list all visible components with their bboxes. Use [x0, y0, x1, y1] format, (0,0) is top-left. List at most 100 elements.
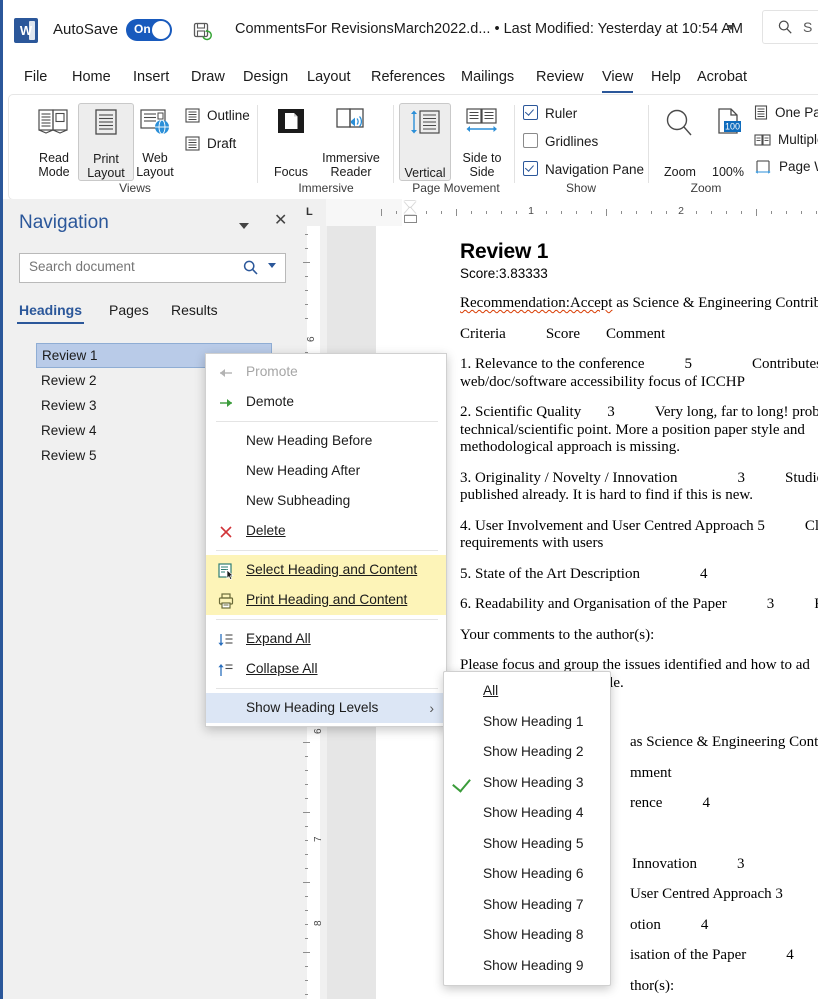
tab-stop-selector[interactable]: L — [306, 206, 313, 218]
submenu-item-all[interactable]: All — [444, 676, 610, 707]
tab-draw[interactable]: Draw — [191, 64, 225, 90]
zoom-button[interactable]: Zoom — [653, 103, 707, 179]
left-indent-marker[interactable] — [404, 215, 417, 223]
review2-relevance: rence — [630, 795, 662, 811]
context-menu-label-demote: Demote — [246, 394, 294, 409]
tab-design[interactable]: Design — [243, 64, 288, 90]
tab-view[interactable]: View — [602, 64, 633, 90]
side-to-side-button[interactable]: Side to Side — [453, 103, 511, 179]
context-menu-item-demote[interactable]: Demote — [206, 387, 446, 417]
submenu-item-show-heading-3[interactable]: Show Heading 3 — [444, 768, 610, 799]
autosave-toggle[interactable]: On — [126, 19, 172, 41]
criteria-row-5: 5. State of the Art Description4 — [460, 566, 818, 584]
search-icon — [777, 19, 793, 38]
indent-marker[interactable] — [404, 201, 417, 223]
navigation-pane-close-icon[interactable]: ✕ — [274, 213, 287, 229]
search-input[interactable] — [27, 258, 241, 275]
tab-headings[interactable]: Headings — [19, 302, 82, 318]
navigation-pane-chevron-down-icon[interactable] — [239, 223, 249, 229]
context-menu-item-new-heading-after[interactable]: New Heading After — [206, 456, 446, 486]
multiple-pages-button[interactable]: Multiple — [754, 132, 818, 150]
one-page-label: One Pag — [775, 105, 818, 120]
context-menu-item-print-heading-and-content[interactable]: Print Heading and Content — [206, 585, 446, 615]
submenu-item-show-heading-9[interactable]: Show Heading 9 — [444, 951, 610, 982]
draft-view-button[interactable]: Draft — [185, 136, 236, 154]
context-menu-item-promote[interactable]: Promote — [206, 357, 446, 387]
criteria-1-name: 1. Relevance to the conference — [460, 356, 644, 372]
page-width-icon — [754, 159, 772, 177]
submenu-item-show-heading-7[interactable]: Show Heading 7 — [444, 890, 610, 921]
vertical-page-movement-button[interactable]: Vertical — [399, 103, 451, 181]
save-icon[interactable] — [191, 20, 213, 42]
outline-view-button[interactable]: Outline — [185, 108, 250, 126]
side-to-side-label: Side to Side — [453, 151, 511, 179]
navigation-pane-checkbox-box — [523, 161, 538, 176]
context-menu-item-delete[interactable]: Delete — [206, 516, 446, 546]
tab-layout[interactable]: Layout — [307, 64, 351, 90]
tab-review[interactable]: Review — [536, 64, 584, 90]
search-options-chevron-down-icon[interactable] — [268, 263, 276, 268]
web-layout-button[interactable]: Web Layout — [128, 103, 182, 179]
arrow-left-icon — [217, 363, 235, 381]
review2-relevance-score: 4 — [702, 795, 710, 811]
context-menu-item-new-subheading[interactable]: New Subheading — [206, 486, 446, 516]
criteria-2-comment-cont: technical/scientific point. More a posit… — [460, 422, 805, 456]
tab-file[interactable]: File — [24, 64, 47, 90]
one-page-icon — [754, 105, 768, 123]
criteria-3-comment: Studies d — [785, 470, 818, 486]
document-title-chevron-down-icon[interactable] — [727, 25, 735, 30]
context-menu-label-new-subheading: New Subheading — [246, 493, 350, 508]
submenu-item-show-heading-4[interactable]: Show Heading 4 — [444, 798, 610, 829]
navigation-pane-checkbox[interactable]: Navigation Pane — [523, 161, 644, 177]
document-table-header: CriteriaScoreComment — [460, 326, 818, 344]
tab-pages[interactable]: Pages — [109, 302, 149, 318]
check-icon — [452, 773, 471, 792]
tab-mailings[interactable]: Mailings — [461, 64, 514, 90]
document-title[interactable]: CommentsFor RevisionsMarch2022.d... • La… — [235, 21, 743, 37]
gridlines-checkbox[interactable]: Gridlines — [523, 133, 598, 149]
submenu-item-show-heading-8[interactable]: Show Heading 8 — [444, 920, 610, 951]
one-page-button[interactable]: One Pag — [754, 105, 818, 123]
ribbon-group-show: Ruler Gridlines Navigation Pane Show — [517, 95, 645, 197]
context-menu-separator — [216, 619, 438, 620]
select-content-icon — [217, 561, 235, 579]
search-icon[interactable] — [242, 259, 259, 279]
submenu-item-show-heading-2[interactable]: Show Heading 2 — [444, 737, 610, 768]
submenu-item-show-heading-5[interactable]: Show Heading 5 — [444, 829, 610, 860]
context-menu-item-select-heading-and-content[interactable]: Select Heading and Content — [206, 555, 446, 585]
navigation-search-box[interactable] — [19, 253, 286, 283]
tab-references[interactable]: References — [371, 64, 445, 90]
hanging-indent-marker[interactable] — [404, 207, 416, 214]
ruler-checkbox[interactable]: Ruler — [523, 105, 577, 121]
web-layout-label: Web Layout — [128, 151, 182, 179]
submenu-label-show-heading-5: Show Heading 5 — [483, 836, 583, 851]
submenu-item-show-heading-6[interactable]: Show Heading 6 — [444, 859, 610, 890]
page-width-button[interactable]: Page Wi — [754, 159, 818, 177]
focus-button[interactable]: Focus — [264, 103, 318, 179]
tab-acrobat[interactable]: Acrobat — [697, 64, 747, 90]
horizontal-ruler[interactable]: L 1 2 — [300, 199, 818, 227]
context-menu-item-show-heading-levels[interactable]: Show Heading Levels › — [206, 693, 446, 723]
search-box[interactable]: S — [762, 10, 818, 44]
review2-user-score: 3 — [775, 886, 783, 902]
criteria-3-name: 3. Originality / Novelty / Innovation — [460, 470, 677, 486]
read-mode-button[interactable]: Read Mode — [27, 103, 81, 179]
context-menu-item-new-heading-before[interactable]: New Heading Before — [206, 426, 446, 456]
tab-home[interactable]: Home — [72, 64, 111, 90]
zoom-100-button[interactable]: 100 100% — [701, 103, 755, 179]
zoom-magnifier-icon — [663, 107, 697, 142]
zoom-label: Zoom — [653, 165, 707, 179]
immersive-group-label: Immersive — [261, 181, 391, 195]
tab-help[interactable]: Help — [651, 64, 681, 90]
tab-results[interactable]: Results — [171, 302, 218, 318]
immersive-reader-button[interactable]: Immersive Reader — [316, 103, 386, 179]
zoom-level-label: 100% — [701, 165, 755, 179]
navigation-pane-title: Navigation — [19, 212, 109, 234]
context-menu-item-expand-all[interactable]: Expand All — [206, 624, 446, 654]
col-comment: Comment — [606, 326, 665, 342]
tab-insert[interactable]: Insert — [133, 64, 169, 90]
print-layout-button[interactable]: Print Layout — [78, 103, 134, 181]
review2-user: User Centred Approach — [630, 886, 772, 902]
submenu-item-show-heading-1[interactable]: Show Heading 1 — [444, 707, 610, 738]
context-menu-item-collapse-all[interactable]: Collapse All — [206, 654, 446, 684]
